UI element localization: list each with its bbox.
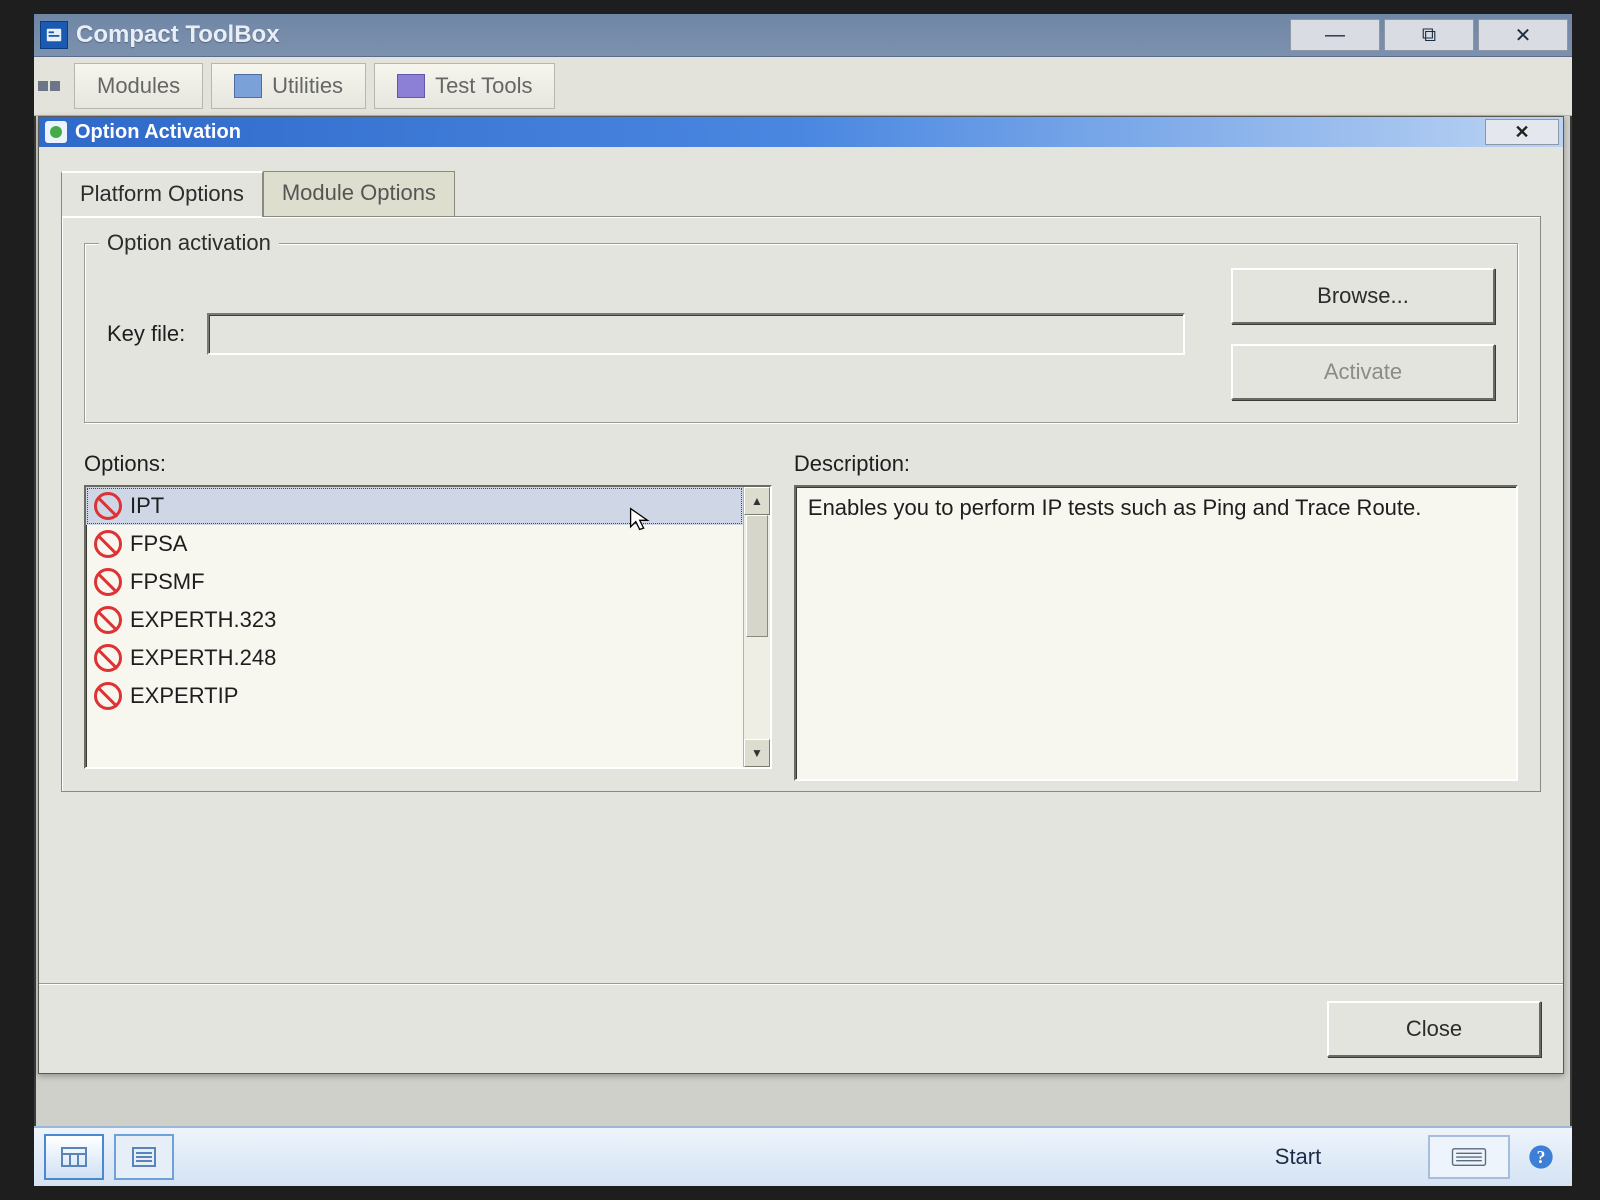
disabled-icon (94, 606, 122, 634)
group-legend: Option activation (99, 230, 279, 256)
scroll-thumb[interactable] (746, 515, 768, 637)
onscreen-keyboard-button[interactable] (1428, 1135, 1510, 1179)
toolbar-tab-modules[interactable]: Modules (74, 63, 203, 109)
description-label: Description: (794, 451, 1518, 477)
option-label: EXPERTH.248 (130, 645, 276, 671)
disabled-icon (94, 682, 122, 710)
toolbar-tab-test-tools[interactable]: Test Tools (374, 63, 555, 109)
tab-panel-platform: Option activation Key file: Browse... Ac… (61, 216, 1541, 792)
app-icon (40, 21, 68, 49)
main-toolbar: Modules Utilities Test Tools (34, 57, 1572, 116)
description-box: Enables you to perform IP tests such as … (794, 485, 1518, 781)
help-button[interactable]: ? (1520, 1136, 1562, 1178)
option-item-experth-323[interactable]: EXPERTH.323 (86, 601, 743, 639)
taskbar-list-button[interactable] (114, 1134, 174, 1180)
activate-button[interactable]: Activate (1231, 344, 1495, 400)
option-label: IPT (130, 493, 164, 519)
scroll-up-button[interactable]: ▲ (744, 487, 770, 515)
taskbar: Start ? (34, 1126, 1572, 1186)
option-label: EXPERTIP (130, 683, 238, 709)
app-title: Compact ToolBox (76, 21, 1286, 49)
tab-module-options[interactable]: Module Options (263, 171, 455, 216)
close-button[interactable]: Close (1327, 1001, 1541, 1057)
option-item-expertip[interactable]: EXPERTIP (86, 677, 743, 715)
start-button[interactable]: Start (1178, 1144, 1418, 1170)
options-listbox[interactable]: IPT FPSA FPSMF EXPERTH.323 EXPERTH.248 EXPERT… (84, 485, 772, 769)
browse-button[interactable]: Browse... (1231, 268, 1495, 324)
key-file-input[interactable] (207, 313, 1185, 355)
svg-text:?: ? (1537, 1147, 1546, 1167)
parent-window-titlebar: Compact ToolBox — ⧉ ✕ (34, 14, 1572, 57)
dialog-icon (45, 121, 67, 143)
key-file-label: Key file: (107, 321, 185, 347)
options-scrollbar[interactable]: ▲ ▼ (743, 487, 770, 767)
restore-button[interactable]: ⧉ (1384, 19, 1474, 51)
toolbar-label-modules: Modules (97, 73, 180, 99)
dialog-title: Option Activation (75, 121, 241, 144)
dialog-titlebar[interactable]: Option Activation ✕ (39, 117, 1563, 147)
dialog-close-x[interactable]: ✕ (1485, 119, 1559, 145)
minimize-button[interactable]: — (1290, 19, 1380, 51)
option-item-ipt[interactable]: IPT (86, 487, 743, 525)
tools-icon (397, 74, 425, 98)
option-item-fpsmf[interactable]: FPSMF (86, 563, 743, 601)
scroll-down-button[interactable]: ▼ (744, 739, 770, 767)
option-activation-dialog: Option Activation ✕ Platform Options Mod… (38, 116, 1564, 1074)
folder-icon (234, 74, 262, 98)
disabled-icon (94, 530, 122, 558)
option-label: FPSA (130, 531, 187, 557)
group-option-activation: Option activation Key file: Browse... Ac… (84, 243, 1518, 423)
option-item-fpsa[interactable]: FPSA (86, 525, 743, 563)
option-label: FPSMF (130, 569, 205, 595)
option-item-experth-248[interactable]: EXPERTH.248 (86, 639, 743, 677)
disabled-icon (94, 568, 122, 596)
tab-platform-options[interactable]: Platform Options (61, 171, 263, 217)
taskbar-apps-button[interactable] (44, 1134, 104, 1180)
parent-close-button[interactable]: ✕ (1478, 19, 1568, 51)
disabled-icon (94, 644, 122, 672)
toolbar-label-test-tools: Test Tools (435, 73, 532, 99)
options-label: Options: (84, 451, 772, 477)
toolbar-tab-utilities[interactable]: Utilities (211, 63, 366, 109)
toolbar-label-utilities: Utilities (272, 73, 343, 99)
scroll-track[interactable] (744, 515, 770, 739)
app-menu-icon[interactable] (42, 78, 66, 94)
option-label: EXPERTH.323 (130, 607, 276, 633)
disabled-icon (94, 492, 122, 520)
